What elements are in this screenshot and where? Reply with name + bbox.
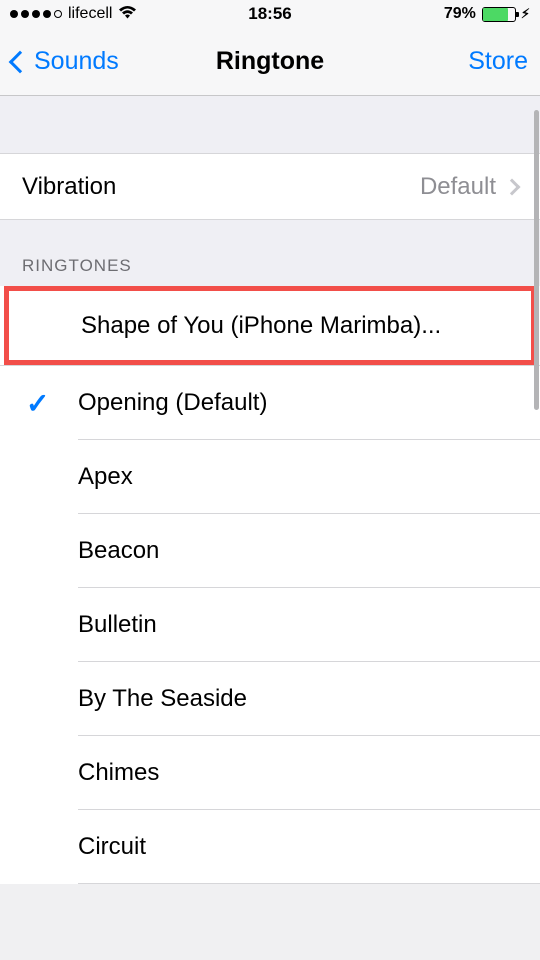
battery-percent: 79%: [444, 5, 476, 23]
vibration-label: Vibration: [22, 173, 116, 201]
scroll-indicator[interactable]: [534, 110, 539, 410]
ringtone-row-circuit[interactable]: Circuit: [0, 810, 540, 884]
ringtone-label: Circuit: [78, 833, 146, 861]
vibration-value-group: Default: [420, 173, 518, 201]
status-bar: lifecell 18:56 79% ⚡︎: [0, 0, 540, 28]
charging-icon: ⚡︎: [521, 6, 530, 22]
vibration-value: Default: [420, 173, 496, 201]
store-button[interactable]: Store: [468, 47, 528, 76]
ringtone-row-by-the-seaside[interactable]: By The Seaside: [0, 662, 540, 736]
chevron-right-icon: [504, 178, 521, 195]
ringtone-row-opening[interactable]: ✓ Opening (Default): [0, 366, 540, 440]
chevron-left-icon: [9, 50, 32, 73]
ringtone-label: Chimes: [78, 759, 159, 787]
ringtone-label: By The Seaside: [78, 685, 247, 713]
ringtone-label: Shape of You (iPhone Marimba)...: [81, 312, 441, 340]
checkmark-icon: ✓: [26, 387, 49, 420]
ringtones-section-header: RINGTONES: [0, 220, 540, 287]
back-label: Sounds: [34, 47, 119, 76]
ringtone-row-chimes[interactable]: Chimes: [0, 736, 540, 810]
ringtone-row-beacon[interactable]: Beacon: [0, 514, 540, 588]
section-header-label: RINGTONES: [22, 256, 518, 276]
ringtone-row-bulletin[interactable]: Bulletin: [0, 588, 540, 662]
ringtone-label: Bulletin: [78, 611, 157, 639]
nav-bar: Sounds Ringtone Store: [0, 28, 540, 96]
wifi-icon: [118, 4, 137, 24]
ringtone-label: Apex: [78, 463, 133, 491]
ringtone-label: Beacon: [78, 537, 159, 565]
ringtone-row-apex[interactable]: Apex: [0, 440, 540, 514]
back-button[interactable]: Sounds: [12, 47, 119, 76]
status-left-group: lifecell: [10, 4, 137, 24]
page-title: Ringtone: [216, 47, 324, 76]
ringtone-row-custom[interactable]: Shape of You (iPhone Marimba)...: [4, 286, 536, 365]
vibration-row[interactable]: Vibration Default: [0, 154, 540, 220]
battery-icon: [482, 7, 516, 22]
section-spacer: [0, 96, 540, 154]
status-time: 18:56: [248, 4, 291, 24]
ringtone-list: Shape of You (iPhone Marimba)... ✓ Openi…: [0, 286, 540, 884]
ringtone-label: Opening (Default): [78, 389, 267, 417]
status-right-group: 79% ⚡︎: [444, 5, 530, 23]
signal-strength-icon: [10, 10, 62, 18]
carrier-label: lifecell: [68, 5, 112, 23]
